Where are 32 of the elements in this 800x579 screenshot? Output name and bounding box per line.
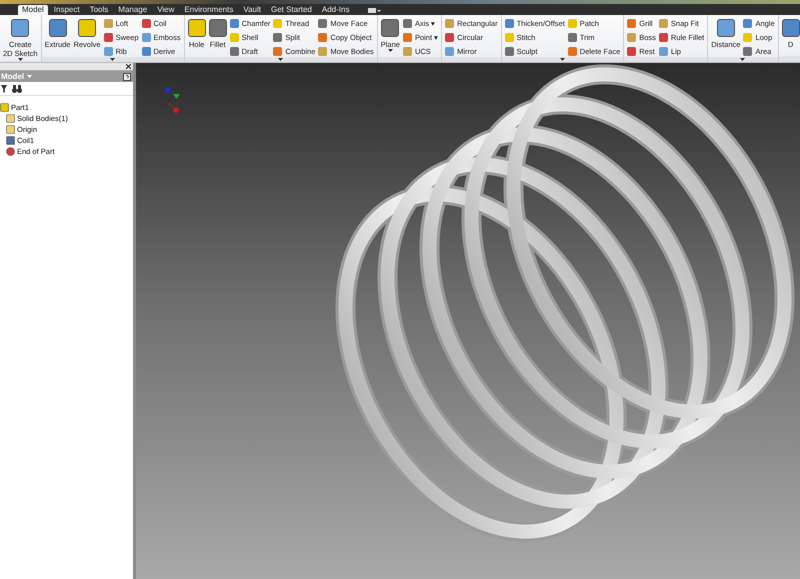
tool-icon: [78, 19, 96, 37]
tool-icon: [48, 19, 67, 37]
filter-icon[interactable]: [1, 84, 7, 92]
caret-icon: [27, 75, 32, 78]
tool-icon: [782, 19, 800, 37]
caret-icon[interactable]: [388, 49, 393, 52]
tool-icon: [208, 19, 227, 37]
tool-icon: [381, 19, 400, 37]
tool-icon: [716, 19, 735, 37]
ribbon-tab[interactable]: Get Started: [266, 5, 316, 15]
tool-icon: [188, 19, 206, 37]
ribbon-tab[interactable]: Tools: [86, 5, 112, 15]
ribbon-tab[interactable]: View: [153, 5, 178, 15]
caret-icon[interactable]: [278, 58, 284, 61]
tool-icon: [11, 19, 30, 37]
caret-icon[interactable]: [110, 58, 116, 61]
stop-icon: [6, 147, 15, 156]
close-icon[interactable]: [126, 64, 131, 69]
ribbon-tab[interactable]: Model: [18, 5, 48, 15]
caret-icon[interactable]: [560, 58, 565, 61]
ribbon-tab[interactable]: Vault: [239, 5, 265, 15]
help-icon[interactable]: [123, 72, 131, 80]
ribbon-tab[interactable]: Add-Ins: [318, 5, 354, 15]
ribbon-tab[interactable]: Inspect: [50, 5, 84, 15]
binoculars-icon[interactable]: [12, 84, 22, 92]
coil-icon: [6, 136, 15, 145]
window-icon[interactable]: [367, 7, 382, 15]
ribbon-tab[interactable]: Environments: [180, 5, 238, 15]
axis-triad-icon: [165, 87, 180, 113]
caret-icon[interactable]: [740, 58, 746, 61]
part-icon: [0, 103, 9, 112]
ribbon-tab[interactable]: Manage: [114, 5, 152, 15]
